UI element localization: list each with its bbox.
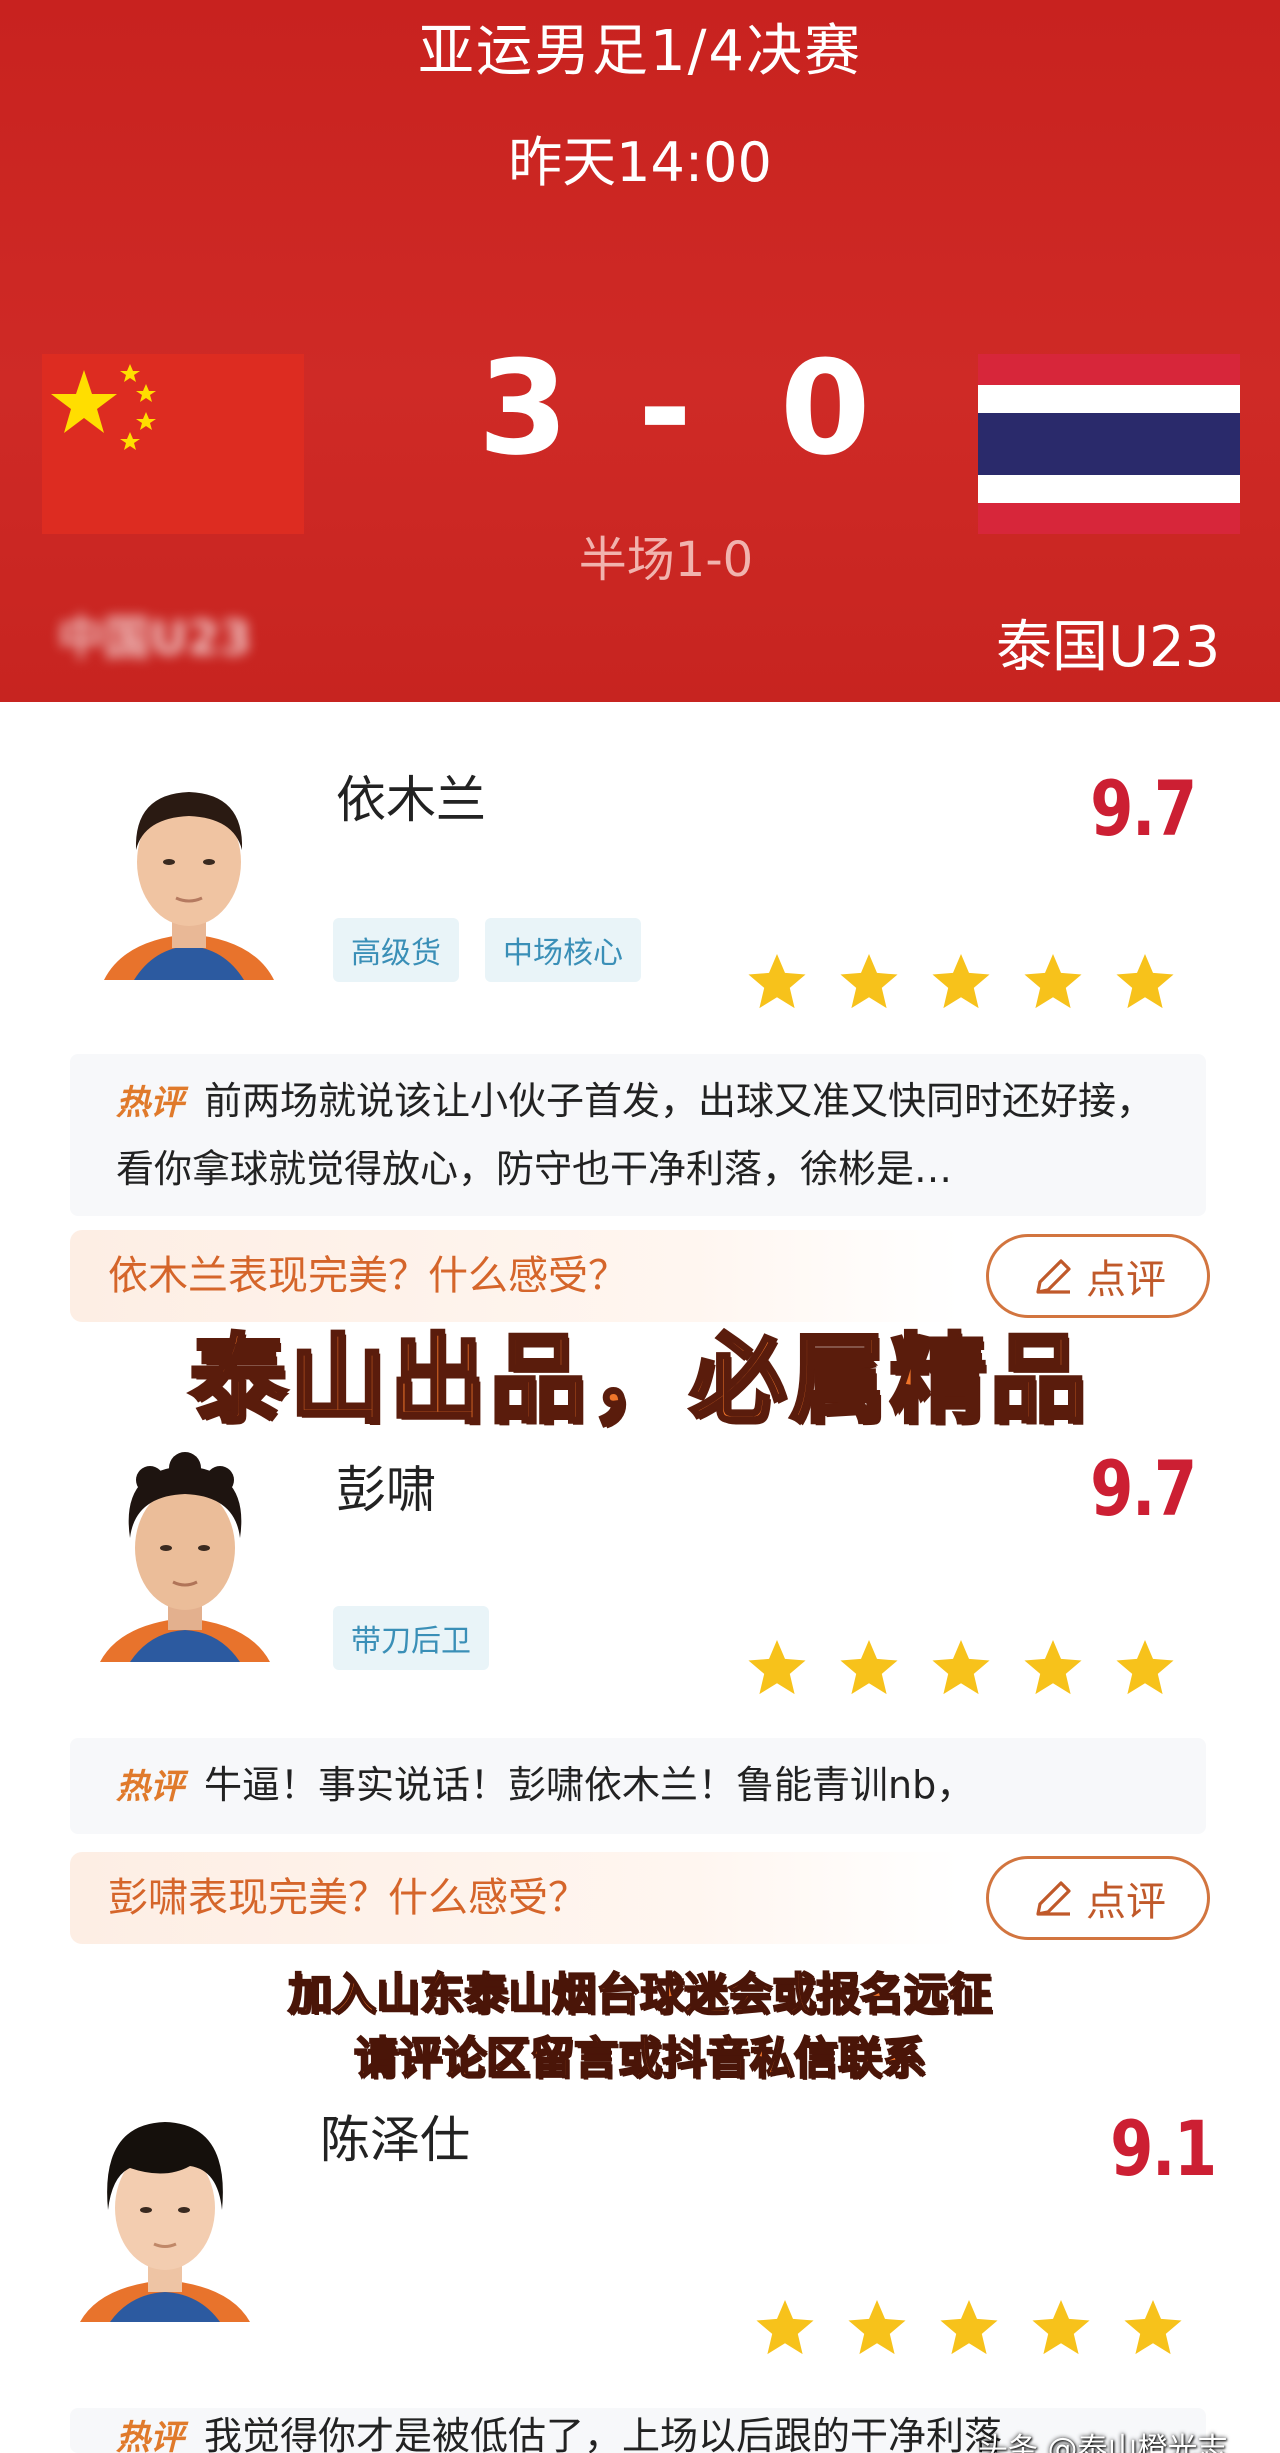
player-card: 彭啸 9.7 带刀后卫 热评 牛逼！事实说话！彭啸依木兰！鲁能青训nb， 彭啸表现… [0, 1382, 1280, 1944]
star-icon [1032, 2300, 1090, 2355]
player-name: 彭啸 [336, 1461, 436, 1519]
player-avatar [90, 1440, 280, 1662]
hot-badge: 热评 [116, 2418, 184, 2453]
star-icon [932, 954, 990, 1009]
overlay-caption: 泰山出品，必属精品 [188, 1322, 1090, 1438]
review-button[interactable]: 点评 [986, 1856, 1210, 1940]
away-team-name: 泰国U23 [996, 615, 1221, 680]
player-tag[interactable]: 中场核心 [485, 918, 641, 982]
star-icon [748, 1640, 806, 1695]
watermark: 头条 @泰山橙光志 [978, 2432, 1228, 2453]
review-button-label: 点评 [1086, 1879, 1166, 1925]
star-icon [1024, 954, 1082, 1009]
player-rating: 9.7 [1090, 1444, 1198, 1533]
review-prompt[interactable]: 彭啸表现完美？什么感受？ [70, 1852, 960, 1944]
match-time: 昨天14:00 [508, 131, 772, 194]
match-header: 亚运男足1/4决赛 昨天14:00 3 - 0 半场1-0 中国U23 泰国U2… [0, 0, 1280, 702]
player-name: 依木兰 [336, 771, 486, 829]
player-tag[interactable]: 高级货 [333, 918, 459, 982]
pencil-icon [1036, 1259, 1071, 1294]
star-rating [752, 2296, 1186, 2360]
player-name: 陈泽仕 [320, 2111, 470, 2169]
review-button-label: 点评 [1086, 1257, 1166, 1303]
hot-comment-text: 前两场就说该让小伙子首发，出球又准又快同时还好接，看你拿球就觉得放心，防守也干净… [116, 1079, 1155, 1191]
star-icon [1124, 2300, 1182, 2355]
player-avatar [94, 758, 284, 980]
hot-comment-text: 我觉得你才是被低估了，上场以后跟的干净利落 [204, 2414, 1003, 2453]
star-icon [848, 2300, 906, 2355]
star-icon [840, 1640, 898, 1695]
halftime-score: 半场1-0 [578, 532, 754, 588]
overlay-caption-line2: 请评论区留言或抖音私信联系 [353, 2032, 927, 2085]
player-tag[interactable]: 带刀后卫 [333, 1606, 489, 1670]
star-icon [840, 954, 898, 1009]
hot-badge: 热评 [116, 1083, 184, 1123]
star-icon [940, 2300, 998, 2355]
score-separator: - [638, 332, 692, 484]
star-rating [744, 950, 1178, 1014]
player-tags: 高级货 中场核心 [333, 918, 641, 982]
hot-comment[interactable]: 热评 前两场就说该让小伙子首发，出球又准又快同时还好接，看你拿球就觉得放心，防守也… [70, 1054, 1206, 1216]
pencil-icon [1036, 1881, 1071, 1916]
star-icon [1116, 954, 1174, 1009]
home-team-name: 中国U23 [58, 611, 252, 665]
player-avatar [70, 2100, 260, 2322]
away-score: 0 [780, 332, 871, 484]
hot-comment[interactable]: 热评 牛逼！事实说话！彭啸依木兰！鲁能青训nb， [70, 1738, 1206, 1834]
star-icon [1024, 1640, 1082, 1695]
match-title: 亚运男足1/4决赛 [417, 19, 863, 84]
overlay-caption-line1: 加入山东泰山烟台球迷会或报名远征 [287, 1968, 993, 2021]
player-rating: 9.7 [1090, 764, 1198, 853]
scoreboard: 3 - 0 [0, 318, 1280, 498]
player-card: 陈泽仕 9.1 热评 我觉得你才是被低估了，上场以后跟的干净利落 [0, 2060, 1280, 2453]
hot-comment-text: 牛逼！事实说话！彭啸依木兰！鲁能青训nb， [204, 1763, 975, 1807]
star-icon [756, 2300, 814, 2355]
star-icon [1116, 1640, 1174, 1695]
player-tags: 带刀后卫 [333, 1606, 489, 1670]
star-icon [932, 1640, 990, 1695]
star-icon [748, 954, 806, 1009]
player-card: 依木兰 9.7 高级货 中场核心 热评 前两场就说该让小伙子首发，出球又准又快同时… [0, 702, 1280, 1382]
star-rating [744, 1636, 1178, 1700]
hot-badge: 热评 [116, 1767, 184, 1807]
home-score: 3 [478, 332, 569, 484]
player-rating: 9.1 [1110, 2104, 1218, 2193]
